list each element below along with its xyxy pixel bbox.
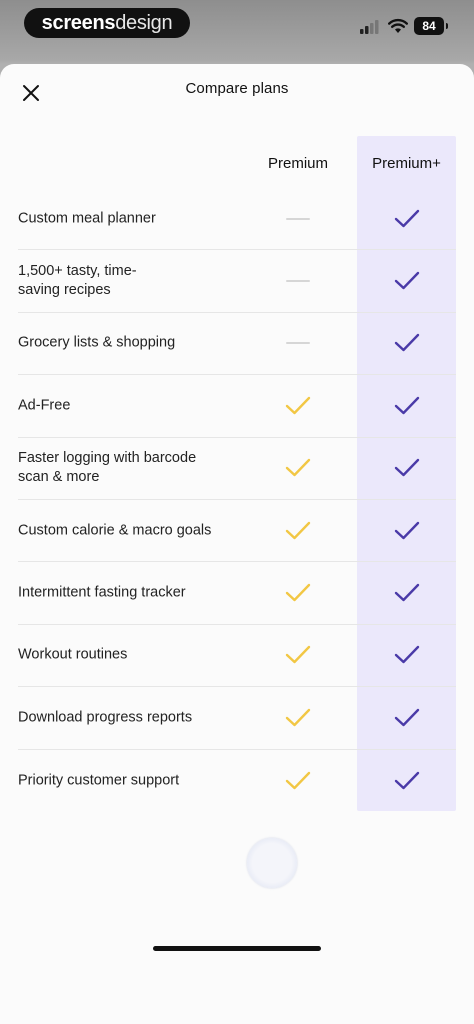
premium-plus-cell bbox=[357, 703, 456, 733]
feature-row: Grocery lists & shopping bbox=[18, 313, 456, 376]
premium-plus-cell bbox=[357, 578, 456, 608]
feature-label: Workout routines bbox=[18, 646, 128, 663]
feature-label: Download progress reports bbox=[18, 709, 193, 726]
premium-plus-cell bbox=[357, 391, 456, 421]
feature-row: Faster logging with barcode scan & more bbox=[18, 438, 456, 500]
feature-label: Grocery lists & shopping bbox=[18, 334, 176, 351]
feature-row: Ad-Free bbox=[18, 375, 456, 438]
premium-cell bbox=[248, 453, 348, 483]
feature-row: Intermittent fasting tracker bbox=[18, 562, 456, 625]
feature-row: Workout routines bbox=[18, 625, 456, 688]
check-icon bbox=[285, 708, 311, 727]
feature-row: Download progress reports bbox=[18, 687, 456, 750]
check-icon bbox=[394, 771, 419, 789]
feature-label: Faster logging with barcode scan & more bbox=[18, 450, 197, 486]
premium-plus-cell bbox=[357, 453, 456, 483]
premium-cell bbox=[248, 266, 348, 296]
premium-cell bbox=[248, 516, 348, 546]
premium-plus-cell bbox=[357, 766, 456, 796]
check-icon bbox=[394, 459, 419, 477]
loading-spinner bbox=[247, 838, 297, 888]
premium-cell bbox=[248, 204, 348, 234]
premium-cell bbox=[248, 328, 348, 358]
battery-indicator: 84 bbox=[414, 17, 448, 35]
premium-cell bbox=[248, 640, 348, 670]
premium-plus-cell bbox=[357, 266, 456, 296]
feature-label: Custom meal planner bbox=[18, 210, 156, 227]
dash-icon bbox=[286, 342, 310, 345]
brand-logo-bold: screens bbox=[41, 11, 116, 34]
home-indicator[interactable] bbox=[153, 946, 321, 951]
brand-logo: screens design bbox=[24, 8, 190, 38]
premium-plus-cell bbox=[357, 640, 456, 670]
feature-row: 1,500+ tasty, time- saving recipes bbox=[18, 250, 456, 313]
feature-row: Priority customer support bbox=[18, 750, 456, 812]
screen: screens design 84 Compare plans Premium P… bbox=[0, 0, 474, 1024]
premium-plus-cell bbox=[357, 516, 456, 546]
page-title: Compare plans bbox=[185, 80, 289, 97]
feature-row: Custom calorie & macro goals bbox=[18, 500, 456, 563]
check-icon bbox=[394, 708, 419, 727]
premium-cell bbox=[248, 703, 348, 733]
premium-plus-cell bbox=[357, 328, 456, 358]
feature-row: Custom meal planner bbox=[18, 188, 456, 251]
cellular-signal-icon bbox=[360, 20, 379, 34]
wifi-icon bbox=[388, 18, 408, 33]
check-icon bbox=[285, 396, 311, 415]
premium-cell bbox=[248, 391, 348, 421]
check-icon bbox=[285, 771, 311, 789]
feature-label: 1,500+ tasty, time- saving recipes bbox=[18, 263, 137, 299]
check-icon bbox=[394, 583, 419, 602]
check-icon bbox=[394, 396, 419, 415]
check-icon bbox=[285, 583, 311, 602]
check-icon bbox=[285, 521, 311, 539]
check-icon bbox=[285, 646, 311, 664]
feature-label: Intermittent fasting tracker bbox=[18, 584, 186, 601]
battery-level: 84 bbox=[422, 19, 436, 33]
status-bar: screens design 84 bbox=[0, 0, 474, 58]
brand-logo-light: design bbox=[115, 11, 173, 34]
check-icon bbox=[394, 334, 419, 352]
premium-plus-cell bbox=[357, 204, 456, 234]
check-icon bbox=[394, 646, 419, 664]
column-header-premium: Premium bbox=[267, 155, 328, 172]
dash-icon bbox=[286, 217, 310, 220]
check-icon bbox=[394, 209, 419, 227]
compare-plans-sheet: Compare plans Premium Premium+ Custom me… bbox=[0, 64, 474, 1024]
feature-label: Ad-Free bbox=[18, 397, 71, 414]
check-icon bbox=[285, 459, 311, 477]
feature-label: Custom calorie & macro goals bbox=[18, 522, 212, 539]
column-header-premium-plus: Premium+ bbox=[372, 155, 441, 172]
feature-label: Priority customer support bbox=[18, 772, 180, 789]
premium-cell bbox=[248, 578, 348, 608]
feature-list: Custom meal planner 1,500+ tasty, time- s… bbox=[18, 188, 456, 812]
check-icon bbox=[394, 271, 419, 290]
check-icon bbox=[394, 521, 419, 539]
premium-cell bbox=[248, 766, 348, 796]
dash-icon bbox=[286, 280, 310, 283]
